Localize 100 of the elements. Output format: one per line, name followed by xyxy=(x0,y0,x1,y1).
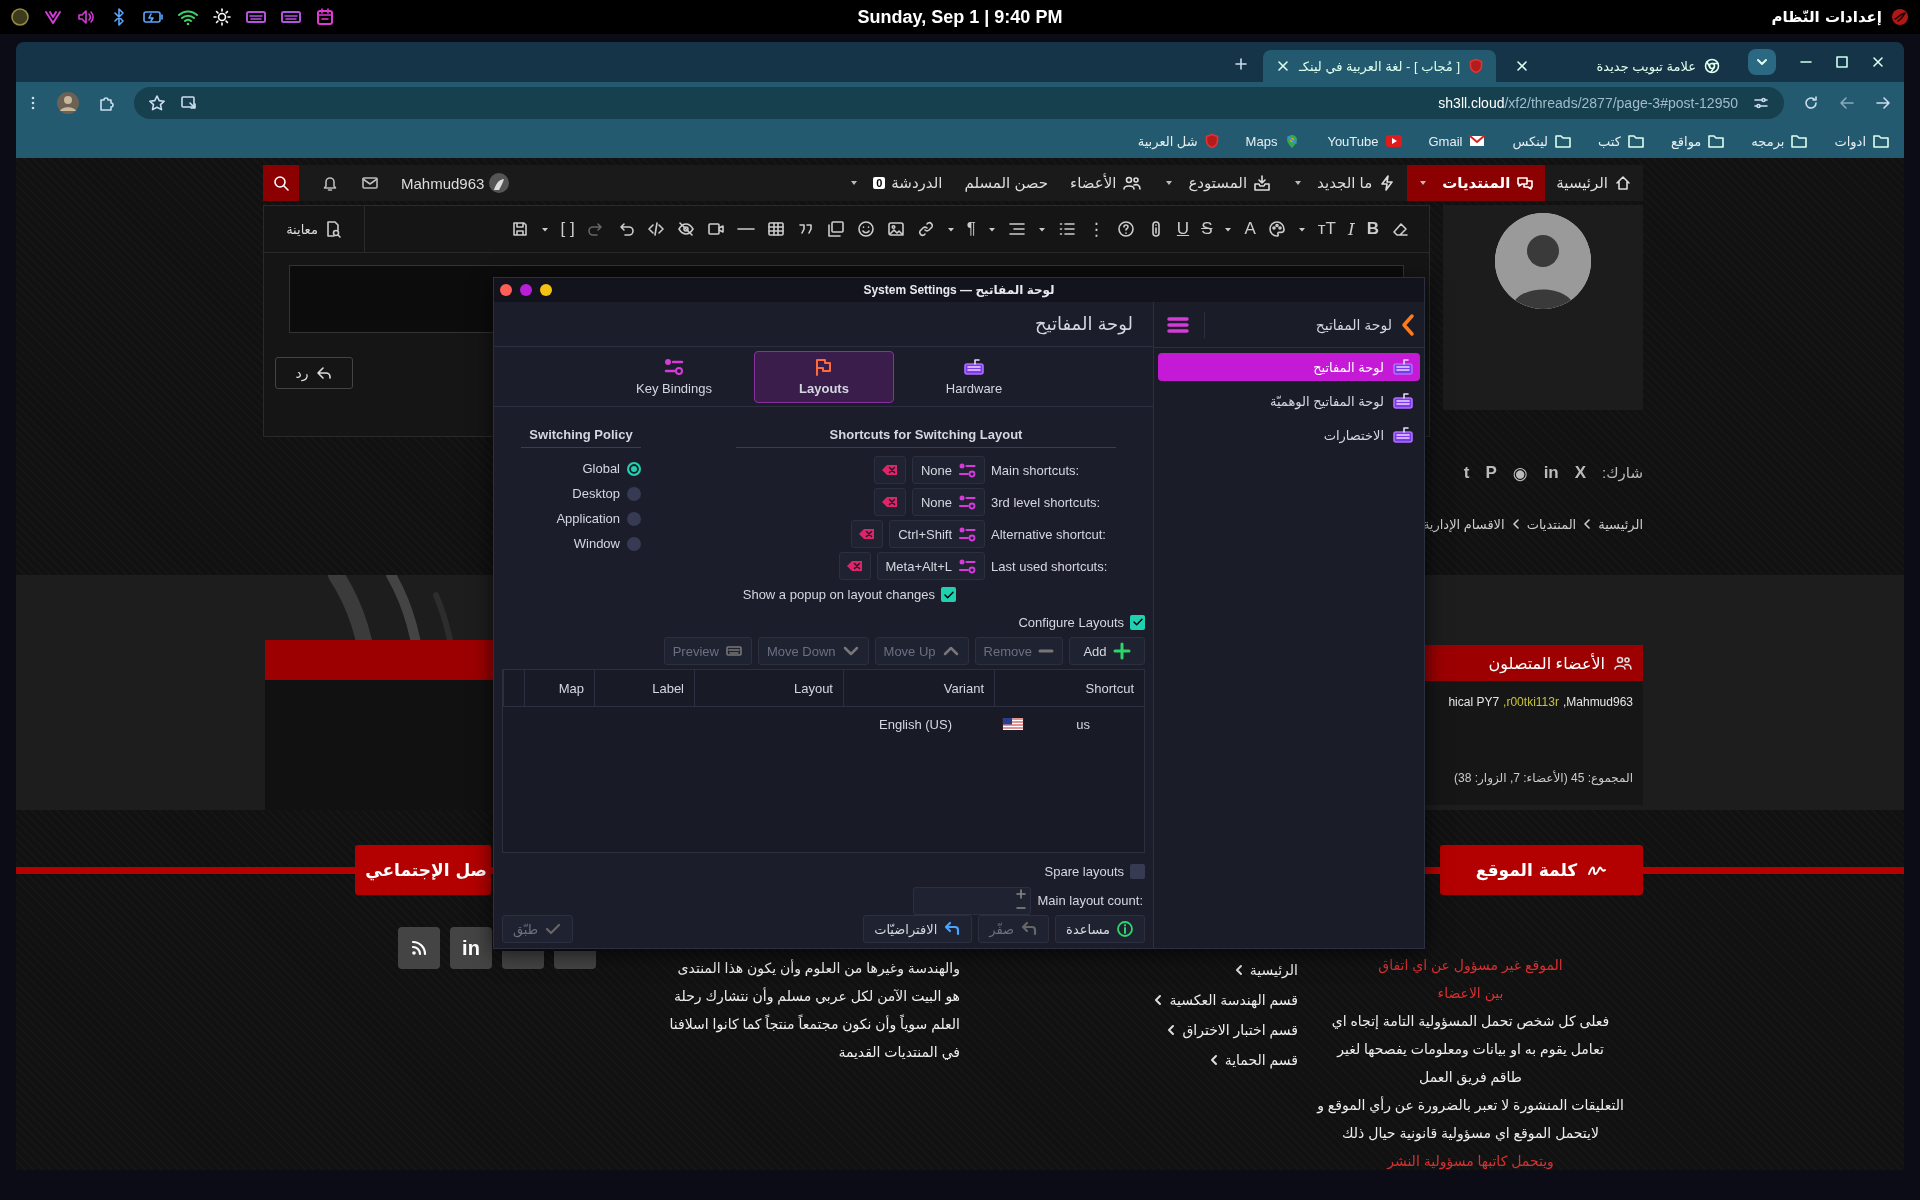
section-button[interactable]: صل الإجتماعي xyxy=(355,845,491,895)
radio-option[interactable]: Desktop xyxy=(521,481,641,507)
format-button[interactable]: ⋮ xyxy=(1087,218,1105,240)
dialog-button[interactable]: الافتراضيّات xyxy=(863,915,973,944)
video-icon[interactable] xyxy=(706,220,725,238)
social-button[interactable] xyxy=(398,927,440,969)
layout-button[interactable]: Add xyxy=(1069,637,1145,666)
sidebar-item[interactable]: لوحة المفاتيح الوهميّة xyxy=(1158,387,1420,415)
menu-icon[interactable] xyxy=(1166,314,1190,335)
format-button[interactable]: U xyxy=(1176,219,1190,239)
radio-button[interactable] xyxy=(627,536,641,551)
share-link[interactable]: X xyxy=(1574,463,1587,483)
back-icon[interactable] xyxy=(1874,94,1892,112)
align-icon[interactable] xyxy=(1007,220,1026,238)
close-icon[interactable] xyxy=(1514,58,1530,74)
browser-tab[interactable]: [ مُجاب ] - لغة العربية في لينكـ xyxy=(1263,50,1496,82)
breadcrumb-link[interactable]: الاقسام الإدارية xyxy=(1422,516,1505,532)
code-icon[interactable] xyxy=(646,220,665,238)
bookmark[interactable]: برمجه xyxy=(1751,133,1809,149)
spin-field[interactable] xyxy=(913,886,1032,915)
bookmark[interactable]: YouTube xyxy=(1327,133,1403,149)
eye-off-icon[interactable] xyxy=(676,220,695,238)
browser-tab[interactable]: علامة تبويب جديدة xyxy=(1502,50,1732,82)
extensions-icon[interactable] xyxy=(98,94,116,112)
preview-button[interactable]: معاينة xyxy=(264,206,365,252)
bell-icon[interactable] xyxy=(321,174,339,192)
radio-button[interactable] xyxy=(627,461,641,476)
close-button[interactable] xyxy=(500,284,512,296)
share-link[interactable]: in xyxy=(1543,463,1559,483)
radio-button[interactable] xyxy=(627,486,641,501)
format-button[interactable]: I xyxy=(1348,219,1355,239)
nav-tab[interactable]: حصن المسلم xyxy=(953,165,1060,201)
user-menu[interactable]: Mahmud963 xyxy=(401,172,511,194)
format-button[interactable]: S xyxy=(1201,219,1213,239)
radio-option[interactable]: Window xyxy=(521,531,641,557)
bookmark[interactable]: ادوات xyxy=(1834,133,1890,149)
clear-button[interactable] xyxy=(838,552,871,581)
share-link[interactable]: t xyxy=(1463,463,1470,483)
tab[interactable]: Hardware xyxy=(904,350,1044,403)
shortcut-button[interactable]: Meta+Alt+L xyxy=(876,552,985,581)
share-link[interactable]: ◉ xyxy=(1512,462,1528,484)
list-icon[interactable] xyxy=(1057,220,1076,238)
help-icon[interactable] xyxy=(1116,220,1135,238)
image-icon[interactable] xyxy=(886,220,905,238)
clear-button[interactable] xyxy=(851,520,884,549)
nav-tab[interactable]: الأعضاء xyxy=(1059,165,1154,201)
reload-icon[interactable] xyxy=(1802,94,1820,112)
install-icon[interactable] xyxy=(180,94,198,112)
volume-icon[interactable] xyxy=(76,7,96,27)
palette-icon[interactable] xyxy=(1267,220,1286,238)
shortcut-button[interactable]: Ctrl+Shift xyxy=(889,520,985,549)
nav-tab[interactable]: المستودع xyxy=(1153,165,1283,201)
checkbox[interactable] xyxy=(941,587,956,603)
table-icon[interactable] xyxy=(766,220,785,238)
back-icon[interactable] xyxy=(1400,312,1416,337)
calendar-icon[interactable] xyxy=(315,7,335,27)
format-button[interactable]: [ ] xyxy=(560,219,575,239)
share-link[interactable]: P xyxy=(1485,463,1497,483)
search-button[interactable] xyxy=(263,165,299,201)
nav-tab[interactable]: الرئيسية xyxy=(1545,165,1643,201)
tab[interactable]: Key Bindings xyxy=(604,350,744,403)
wifi-icon[interactable] xyxy=(177,7,199,27)
format-button[interactable]: B xyxy=(1366,219,1379,239)
footer-link[interactable]: قسم الهندسة العكسية xyxy=(1153,985,1298,1015)
bookmark[interactable]: شل العربية xyxy=(1137,133,1220,149)
format-button[interactable]: A xyxy=(1244,219,1256,239)
breadcrumb-link[interactable]: الرئيسية xyxy=(1598,516,1643,532)
format-button[interactable]: ¶ xyxy=(966,219,976,239)
footer-link[interactable]: قسم الحماية xyxy=(1208,1045,1298,1075)
username[interactable]: Mahmud963, xyxy=(1562,695,1633,709)
section-button[interactable]: كلمة الموقع xyxy=(1440,845,1643,895)
nav-tab[interactable]: ما الجديد xyxy=(1282,165,1408,201)
bookmark[interactable]: لينكس xyxy=(1512,133,1572,149)
nav-tab[interactable]: المنتديات xyxy=(1407,165,1546,201)
bookmark[interactable]: Gmail xyxy=(1428,133,1487,149)
avatar[interactable] xyxy=(56,91,80,115)
eraser-icon[interactable] xyxy=(1391,220,1409,238)
line-icon[interactable] xyxy=(736,227,755,231)
radio-option[interactable]: Application xyxy=(521,506,641,532)
checkbox[interactable] xyxy=(1130,864,1145,880)
logo-icon[interactable] xyxy=(1890,7,1910,27)
bookmark[interactable]: مواقع xyxy=(1670,133,1726,149)
tab[interactable]: Layouts xyxy=(754,350,894,403)
sidebar-item[interactable]: لوحة المفاتيح xyxy=(1158,353,1420,381)
link-icon[interactable] xyxy=(916,220,935,238)
forward-icon[interactable] xyxy=(1838,94,1856,112)
format-button[interactable]: ᴛT xyxy=(1317,219,1336,239)
brightness-icon[interactable] xyxy=(212,7,232,27)
close-icon[interactable] xyxy=(1870,54,1886,70)
redo-icon[interactable] xyxy=(586,220,605,238)
maximize-icon[interactable] xyxy=(1834,54,1850,70)
breadcrumb-link[interactable]: المنتديات xyxy=(1526,516,1577,532)
footer-link[interactable]: قسم اختبار الاختراق xyxy=(1166,1015,1298,1045)
radio-button[interactable] xyxy=(627,511,641,526)
bookmark[interactable]: كتب xyxy=(1598,133,1645,149)
settings-label[interactable]: إعدادات النّظام xyxy=(1771,8,1882,26)
tab-list-button[interactable] xyxy=(1748,49,1776,75)
dialog-button[interactable]: مساعدة xyxy=(1055,915,1145,944)
social-button[interactable]: in xyxy=(450,927,492,969)
address-bar[interactable]: sh3ll.cloud/xf2/threads/2877/page-3#post-12950 xyxy=(134,87,1784,119)
